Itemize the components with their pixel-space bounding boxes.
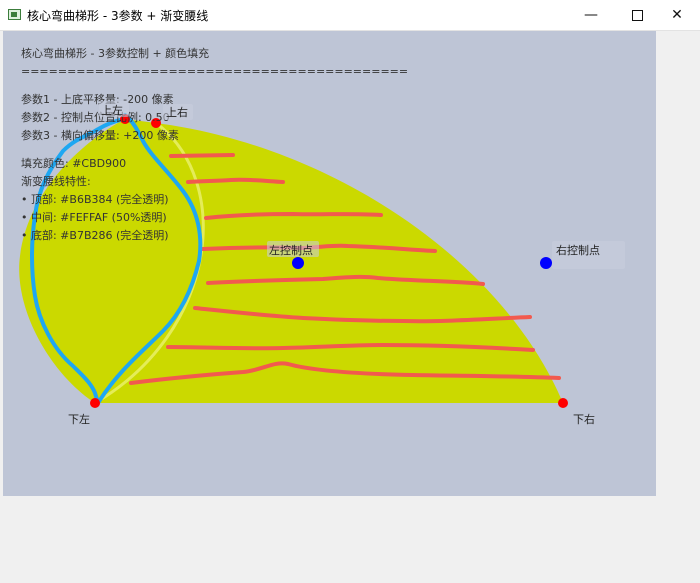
info-heading: 核心弯曲梯形 - 3参数控制 + 颜色填充 xyxy=(21,47,210,60)
close-button[interactable]: ✕ xyxy=(654,0,700,30)
left-control-point[interactable] xyxy=(292,257,304,269)
left-control-label: 左控制点 xyxy=(269,244,313,257)
title-bar: 核心弯曲梯形 - 3参数 + 渐变腰线 — ✕ xyxy=(0,0,700,31)
window-title: 核心弯曲梯形 - 3参数 + 渐变腰线 xyxy=(27,9,209,23)
info-panel: 核心弯曲梯形 - 3参数控制 + 颜色填充 ==================… xyxy=(21,45,408,245)
top-left-label: 上左 xyxy=(101,104,123,117)
bottom-left-label: 下左 xyxy=(68,413,90,426)
right-control-label: 右控制点 xyxy=(556,244,600,257)
gradient-bottom-text: • 底部: #B7B286 (完全透明) xyxy=(21,229,169,242)
fill-color-text: 填充颜色: #CBD900 xyxy=(21,157,127,170)
drawing-canvas[interactable]: 核心弯曲梯形 - 3参数控制 + 颜色填充 ==================… xyxy=(3,31,656,496)
app-icon xyxy=(8,9,21,20)
maximize-icon xyxy=(631,9,643,21)
gradient-top-text: • 顶部: #B6B384 (完全透明) xyxy=(21,193,169,206)
top-right-label: 上右 xyxy=(166,106,188,119)
param3-text: 参数3 - 横向偏移量: +200 像素 xyxy=(21,129,179,142)
bottom-right-label: 下右 xyxy=(573,413,595,426)
param2-text: 参数2 - 控制点位置比例: 0.50 xyxy=(21,111,170,124)
bottom-right-vertex[interactable] xyxy=(558,398,568,408)
minimize-button[interactable]: — xyxy=(568,0,614,30)
info-separator: ========================================… xyxy=(21,65,409,78)
param1-text: 参数1 - 上底平移量: -200 像素 xyxy=(21,93,174,106)
right-control-point[interactable] xyxy=(540,257,552,269)
gradient-title-text: 渐变腰线特性: xyxy=(21,175,91,188)
bottom-left-vertex[interactable] xyxy=(90,398,100,408)
gradient-middle-text: • 中间: #FEFFAF (50%透明) xyxy=(21,211,167,224)
